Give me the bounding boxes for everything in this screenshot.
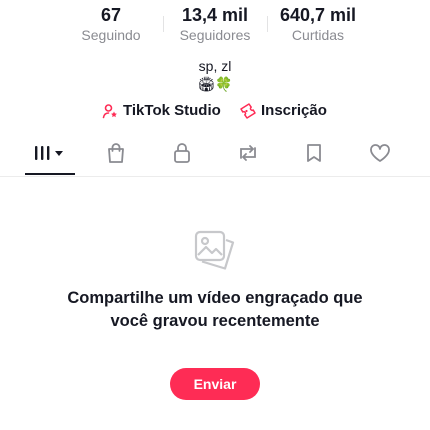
tab-private[interactable] bbox=[157, 140, 207, 170]
likes-count: 640,7 mil bbox=[279, 5, 357, 25]
bio-emojis: 🏟🍀 bbox=[197, 76, 233, 92]
profile-actions: TikTok Studio Inscrição bbox=[0, 101, 430, 121]
stat-divider bbox=[163, 16, 164, 32]
tab-videos[interactable] bbox=[25, 140, 75, 170]
videos-grid-icon bbox=[33, 143, 67, 168]
studio-person-icon bbox=[102, 103, 118, 119]
likes-stat[interactable]: 640,7 mil Curtidas bbox=[268, 4, 368, 44]
signup-button[interactable]: Inscrição bbox=[238, 101, 327, 121]
lock-icon bbox=[172, 142, 192, 169]
followers-label: Seguidores bbox=[179, 27, 251, 43]
tab-shop[interactable] bbox=[91, 140, 141, 170]
repost-icon bbox=[236, 143, 260, 168]
tab-favorites[interactable] bbox=[289, 140, 339, 170]
ticket-icon bbox=[238, 103, 256, 119]
bookmark-icon bbox=[305, 142, 323, 169]
following-stat[interactable]: 67 Seguindo bbox=[61, 4, 161, 44]
followers-stat[interactable]: 13,4 mil Seguidores bbox=[165, 4, 265, 44]
tab-reposts[interactable] bbox=[223, 140, 273, 170]
following-count: 67 bbox=[100, 5, 122, 25]
active-tab-indicator bbox=[25, 173, 75, 175]
heart-icon bbox=[368, 142, 392, 169]
tiktok-studio-label: TikTok Studio bbox=[123, 102, 221, 119]
empty-state-title: Compartilhe um vídeo engraçado que você … bbox=[67, 289, 363, 330]
followers-count: 13,4 mil bbox=[181, 5, 249, 25]
shopping-bag-icon bbox=[106, 142, 126, 169]
profile-stats: 67 Seguindo 13,4 mil Seguidores 640,7 mi… bbox=[0, 4, 430, 44]
tiktok-studio-button[interactable]: TikTok Studio bbox=[102, 101, 221, 121]
photos-placeholder-icon bbox=[193, 229, 237, 273]
tab-liked[interactable] bbox=[355, 140, 405, 170]
profile-tabs bbox=[0, 140, 430, 177]
likes-label: Curtidas bbox=[291, 27, 345, 43]
signup-label: Inscrição bbox=[261, 102, 327, 119]
following-label: Seguindo bbox=[81, 27, 141, 43]
bio-text: sp, zl bbox=[198, 58, 232, 74]
profile-page: 67 Seguindo 13,4 mil Seguidores 640,7 mi… bbox=[0, 0, 430, 430]
upload-button[interactable]: Enviar bbox=[170, 368, 260, 400]
